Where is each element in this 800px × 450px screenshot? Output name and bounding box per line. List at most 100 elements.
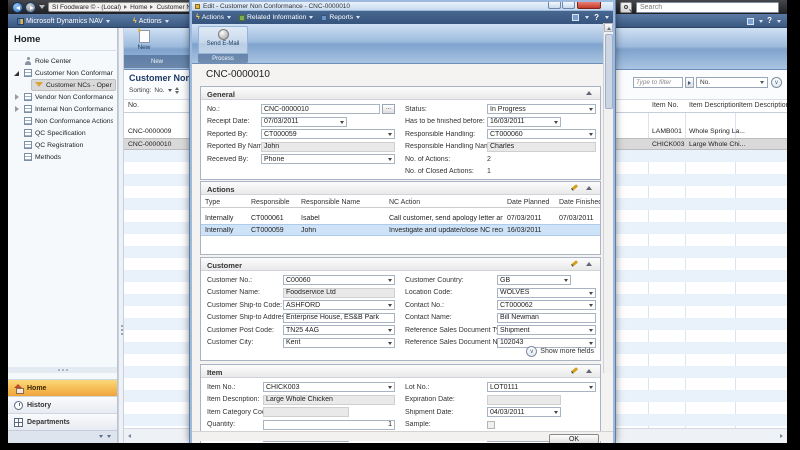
actions-column-header[interactable]: Date Finished	[555, 197, 600, 206]
show-more-fields[interactable]: v Show more fields	[526, 346, 594, 357]
chevron-down-icon[interactable]	[589, 292, 593, 295]
filter-input[interactable]	[633, 77, 683, 88]
actions-column-header[interactable]: Date Planned	[503, 197, 555, 206]
chevron-down-icon[interactable]	[168, 89, 172, 92]
assist-edit-button[interactable]: ...	[382, 104, 395, 114]
chevron-down-icon[interactable]	[388, 279, 392, 282]
field-dropdown[interactable]: Phone	[261, 154, 395, 164]
edit-icon[interactable]	[571, 184, 578, 191]
actions-column-header[interactable]: NC Action	[385, 197, 503, 206]
breadcrumb-root[interactable]: SI Foodware © - (Local)	[52, 4, 121, 11]
field-dropdown[interactable]: TN25 4AG	[283, 325, 395, 335]
sort-ascending-icon[interactable]	[175, 87, 179, 94]
field-text[interactable]: Enterprise House, ES&B Park	[283, 313, 395, 323]
actions-column-header[interactable]: Type	[201, 197, 247, 206]
edit-icon[interactable]	[571, 367, 578, 374]
field-dropdown[interactable]: CT000059	[261, 129, 395, 139]
collapse-icon[interactable]	[586, 91, 592, 95]
sidebar-item[interactable]: Methods	[10, 151, 116, 163]
sidebar-item[interactable]: Non Conformance Actions	[10, 115, 116, 127]
field-text[interactable]: Bill Newman	[497, 313, 596, 323]
actions-column-header[interactable]: Responsible	[247, 197, 297, 206]
chevron-down-icon[interactable]	[589, 386, 593, 389]
field-dropdown[interactable]: CT000062	[497, 300, 596, 310]
maximize-icon[interactable]	[562, 2, 575, 9]
pane-splitter[interactable]	[118, 28, 124, 443]
sidebar-item[interactable]: Role Center	[10, 55, 116, 67]
sidebar-item[interactable]: Customer NCs - Open	[10, 79, 116, 91]
chevron-down-icon[interactable]	[589, 133, 593, 136]
field-dropdown[interactable]: Shipment	[497, 325, 596, 335]
filter-expand-icon[interactable]: v	[771, 77, 782, 88]
field-dropdown[interactable]: CT000060	[487, 129, 596, 139]
nav-button-history[interactable]: History	[8, 396, 117, 413]
collapse-icon[interactable]	[586, 369, 592, 373]
dialog-related-information-menu[interactable]: Related Information	[239, 14, 313, 21]
minimize-icon[interactable]	[548, 2, 561, 9]
field-assist[interactable]: CNC-0000010	[261, 104, 380, 114]
chevron-down-icon[interactable]	[388, 133, 392, 136]
field-date[interactable]: 04/03/2011	[487, 407, 561, 417]
chevron-down-icon[interactable]	[759, 20, 763, 23]
collapse-icon[interactable]	[586, 186, 592, 190]
scroll-left-icon[interactable]	[128, 434, 131, 438]
address-history-icon[interactable]	[39, 5, 45, 9]
chevron-down-icon[interactable]	[388, 386, 392, 389]
chevron-down-icon[interactable]	[388, 304, 392, 307]
checkbox[interactable]	[487, 421, 495, 429]
filter-field-select[interactable]: No.	[696, 77, 768, 88]
column-header-item-description-2[interactable]: Item Description 2	[739, 102, 787, 109]
sidebar-item[interactable]: QC Specification	[10, 127, 116, 139]
chevron-collapsed-icon[interactable]	[14, 106, 20, 112]
field-dropdown[interactable]: Kent	[283, 338, 395, 348]
field-date[interactable]: 07/03/2011	[261, 117, 347, 127]
chevron-down-icon[interactable]	[340, 121, 344, 124]
actions-table-row[interactable]: InternallyCT000059JohnInvestigate and up…	[201, 224, 600, 236]
chevron-down-icon[interactable]	[388, 342, 392, 345]
chevron-down-icon[interactable]	[554, 121, 558, 124]
forward-icon[interactable]	[25, 2, 36, 13]
chevron-down-icon[interactable]	[564, 279, 568, 282]
sidebar-item[interactable]: Internal Non Conformance List	[10, 103, 116, 115]
chevron-down-icon[interactable]	[589, 329, 593, 332]
field-date[interactable]: GB	[497, 275, 571, 285]
new-button[interactable]: New	[128, 30, 160, 55]
back-icon[interactable]	[12, 2, 23, 13]
column-header-item-description[interactable]: Item Description	[689, 102, 740, 109]
sorting-bar[interactable]: Sorting: No.	[129, 87, 179, 94]
dialog-actions-menu[interactable]: ϟ Actions	[196, 14, 231, 21]
section-general-header[interactable]: General	[201, 87, 600, 100]
help-icon[interactable]: ?	[594, 14, 599, 22]
search-input[interactable]	[636, 2, 779, 13]
section-item-header[interactable]: Item	[201, 365, 600, 378]
actions-column-header[interactable]: Responsible Name	[297, 197, 385, 206]
field-dropdown[interactable]: ASHFORD	[283, 300, 395, 310]
section-customer-header[interactable]: Customer	[201, 258, 600, 271]
chevron-down-icon[interactable]	[107, 435, 111, 438]
actions-table-row[interactable]: InternallyCT000061IsabelCall customer, s…	[201, 212, 600, 224]
chevron-down-icon[interactable]	[589, 304, 593, 307]
chevron-expanded-icon[interactable]	[14, 70, 20, 76]
collapse-icon[interactable]	[586, 262, 592, 266]
send-email-button[interactable]: Send E-Mail	[198, 26, 248, 54]
column-header-item-no[interactable]: Item No.	[652, 102, 678, 109]
sidebar-item[interactable]: QC Registration	[10, 139, 116, 151]
chevron-down-icon[interactable]	[585, 16, 589, 19]
chevron-collapsed-icon[interactable]	[14, 94, 20, 100]
breadcrumb-home[interactable]: Home	[130, 4, 147, 11]
field-dropdown[interactable]: C00060	[283, 275, 395, 285]
ok-button[interactable]: OK	[549, 434, 599, 443]
filter-go-button[interactable]	[685, 77, 694, 88]
section-actions-header[interactable]: Actions	[201, 182, 600, 195]
chevron-down-icon[interactable]	[777, 20, 781, 23]
search-scope-button[interactable]	[620, 2, 632, 13]
sidebar-item[interactable]: Customer Non Conformance List	[10, 67, 116, 79]
customize-icon[interactable]	[747, 18, 754, 25]
dialog-reports-menu[interactable]: Reports	[321, 14, 360, 21]
chevron-down-icon[interactable]	[388, 158, 392, 161]
dynamics-nav-menu[interactable]: Microsoft Dynamics NAV	[14, 14, 113, 28]
field-dropdown[interactable]: LOT0111	[487, 382, 596, 392]
breadcrumb[interactable]: SI Foodware © - (Local) Home Customer N.…	[48, 2, 196, 12]
sidebar-item[interactable]: Vendor Non Conformance List	[10, 91, 116, 103]
field-number[interactable]: 1	[263, 420, 395, 430]
